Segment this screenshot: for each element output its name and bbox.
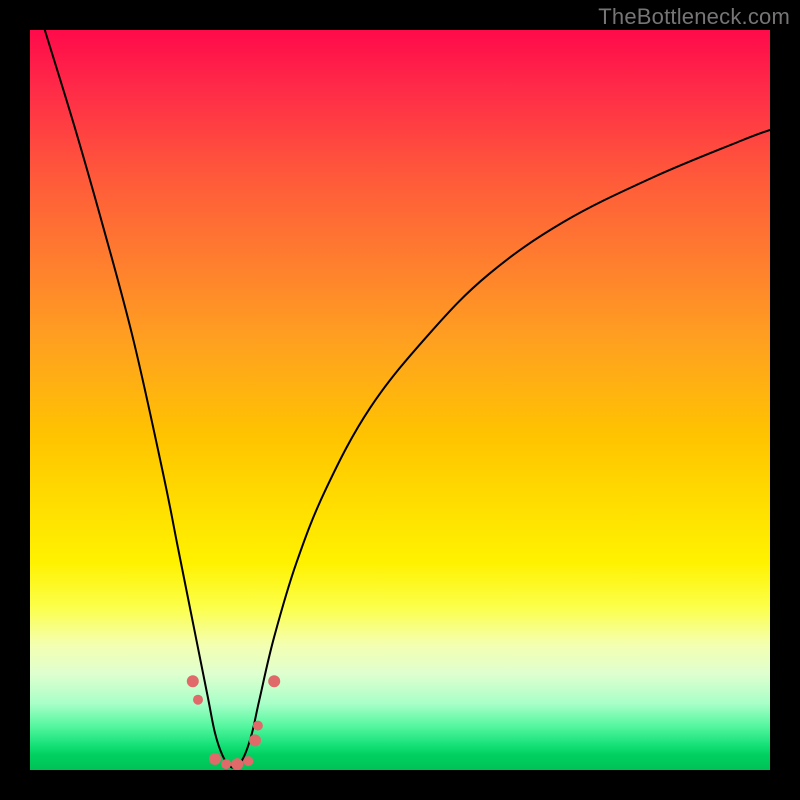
data-marker (193, 695, 203, 705)
plot-area (30, 30, 770, 770)
data-marker (209, 753, 221, 765)
data-marker (187, 675, 199, 687)
curve-layer (30, 30, 770, 770)
data-marker (243, 756, 253, 766)
data-marker (253, 721, 263, 731)
data-marker (249, 734, 261, 746)
data-marker (231, 758, 243, 770)
data-marker (221, 759, 231, 769)
data-markers (187, 675, 280, 770)
chart-frame: TheBottleneck.com (0, 0, 800, 800)
data-marker (268, 675, 280, 687)
bottleneck-curve (45, 30, 770, 768)
watermark-text: TheBottleneck.com (598, 4, 790, 30)
